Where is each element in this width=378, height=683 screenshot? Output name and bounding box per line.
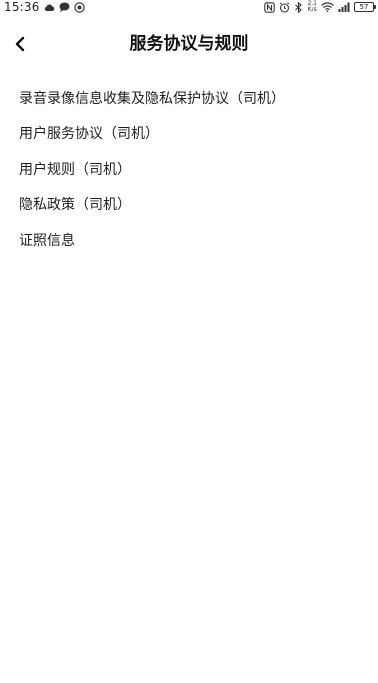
page-title: 服务协议与规则 xyxy=(129,34,249,54)
nfc-icon xyxy=(264,1,276,13)
status-right: 2.1 K/s 57 xyxy=(264,0,376,14)
message-icon xyxy=(59,1,70,13)
status-left: 15:36 xyxy=(4,0,85,14)
list-item-label: 录音录像信息收集及隐私保护协议（司机） xyxy=(19,90,285,107)
battery-indicator: 57 xyxy=(354,2,376,12)
list-item-label: 证照信息 xyxy=(19,232,75,249)
list-item-label: 用户服务协议（司机） xyxy=(19,126,159,143)
network-speed: 2.1 K/s xyxy=(307,1,317,13)
list-item-privacy-policy[interactable]: 隐私政策（司机） xyxy=(0,187,378,223)
agreement-list: 录音录像信息收集及隐私保护协议（司机） 用户服务协议（司机） 用户规则（司机） … xyxy=(0,80,378,258)
list-item-license-info[interactable]: 证照信息 xyxy=(0,222,378,258)
cloud-icon xyxy=(44,1,55,13)
status-bar: 15:36 2.1 K/s 57 xyxy=(0,0,378,14)
location-icon xyxy=(73,1,85,13)
bluetooth-icon xyxy=(294,1,303,13)
list-item-recording-privacy-agreement[interactable]: 录音录像信息收集及隐私保护协议（司机） xyxy=(0,80,378,116)
list-item-label: 用户规则（司机） xyxy=(19,161,131,178)
list-item-user-rules[interactable]: 用户规则（司机） xyxy=(0,151,378,187)
wifi-icon xyxy=(321,1,334,13)
network-speed-unit: K/s xyxy=(307,6,317,13)
signal-icon xyxy=(338,1,350,13)
status-time: 15:36 xyxy=(4,0,40,14)
list-item-user-service-agreement[interactable]: 用户服务协议（司机） xyxy=(0,116,378,152)
header: 服务协议与规则 xyxy=(0,24,378,64)
screen: 15:36 2.1 K/s 57 服务协议与规则 录音录像信息收集及隐私保护协议… xyxy=(0,0,378,683)
alarm-icon xyxy=(279,1,290,13)
list-item-label: 隐私政策（司机） xyxy=(19,197,131,214)
